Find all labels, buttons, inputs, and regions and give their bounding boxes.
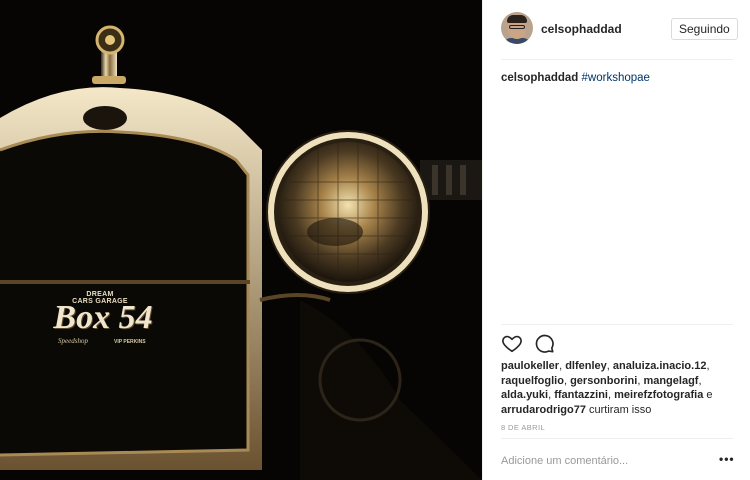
liker-name[interactable]: analuiza.inacio.12 (613, 360, 707, 372)
separator: , (698, 374, 702, 387)
liker-name[interactable]: mangelagf (643, 375, 698, 387)
caption-username[interactable]: celsophaddad (501, 72, 578, 84)
header-username[interactable]: celsophaddad (541, 22, 622, 36)
post-header: celsophaddad Seguindo (483, 0, 750, 60)
instagram-post: DREAM CARS GARAGE Box 54 Speedshop VIP P… (0, 0, 750, 480)
liker-name[interactable]: dlfenley (565, 360, 607, 372)
post-photo[interactable]: DREAM CARS GARAGE Box 54 Speedshop VIP P… (0, 0, 482, 480)
caption-hashtag[interactable]: #workshopae (582, 72, 650, 84)
liker-name[interactable]: alda.yuki (501, 389, 548, 401)
divider (501, 324, 733, 325)
comment-icon[interactable] (533, 332, 555, 354)
liker-name[interactable]: gersonborini (570, 375, 637, 387)
post-date[interactable]: 8 DE ABRIL (501, 423, 545, 432)
avatar-glasses (509, 25, 525, 29)
divider (501, 438, 733, 439)
likes-suffix: curtiram isso (585, 403, 652, 416)
avatar[interactable] (501, 12, 533, 44)
post-side-panel: celsophaddad Seguindo celsophaddad #work… (482, 0, 750, 480)
vintage-car-illustration (0, 0, 482, 480)
plate-main-text: Box 54 (53, 299, 153, 336)
plate-small-text: VIP PERKINS (114, 339, 146, 345)
liker-name[interactable]: paulokeller (501, 360, 559, 372)
divider (501, 59, 733, 60)
separator: , (706, 360, 710, 372)
liker-name[interactable]: meirefzfotografia (614, 389, 703, 401)
likes-summary: paulokeller, dlfenley, analuiza.inacio.1… (501, 359, 735, 417)
liker-name[interactable]: arrudarodrigo77 (501, 404, 586, 416)
plate-sub-text: Speedshop (58, 337, 88, 345)
separator: e (703, 389, 713, 401)
liker-name[interactable]: ffantazzini (554, 389, 608, 401)
following-button[interactable]: Seguindo (671, 18, 738, 40)
heart-icon[interactable] (501, 332, 523, 354)
liker-name[interactable]: raquelfoglio (501, 375, 564, 387)
avatar-hair (507, 15, 527, 23)
more-options-icon[interactable]: ••• (719, 452, 735, 466)
comment-input[interactable] (501, 452, 701, 470)
post-caption: celsophaddad #workshopae (501, 71, 733, 86)
